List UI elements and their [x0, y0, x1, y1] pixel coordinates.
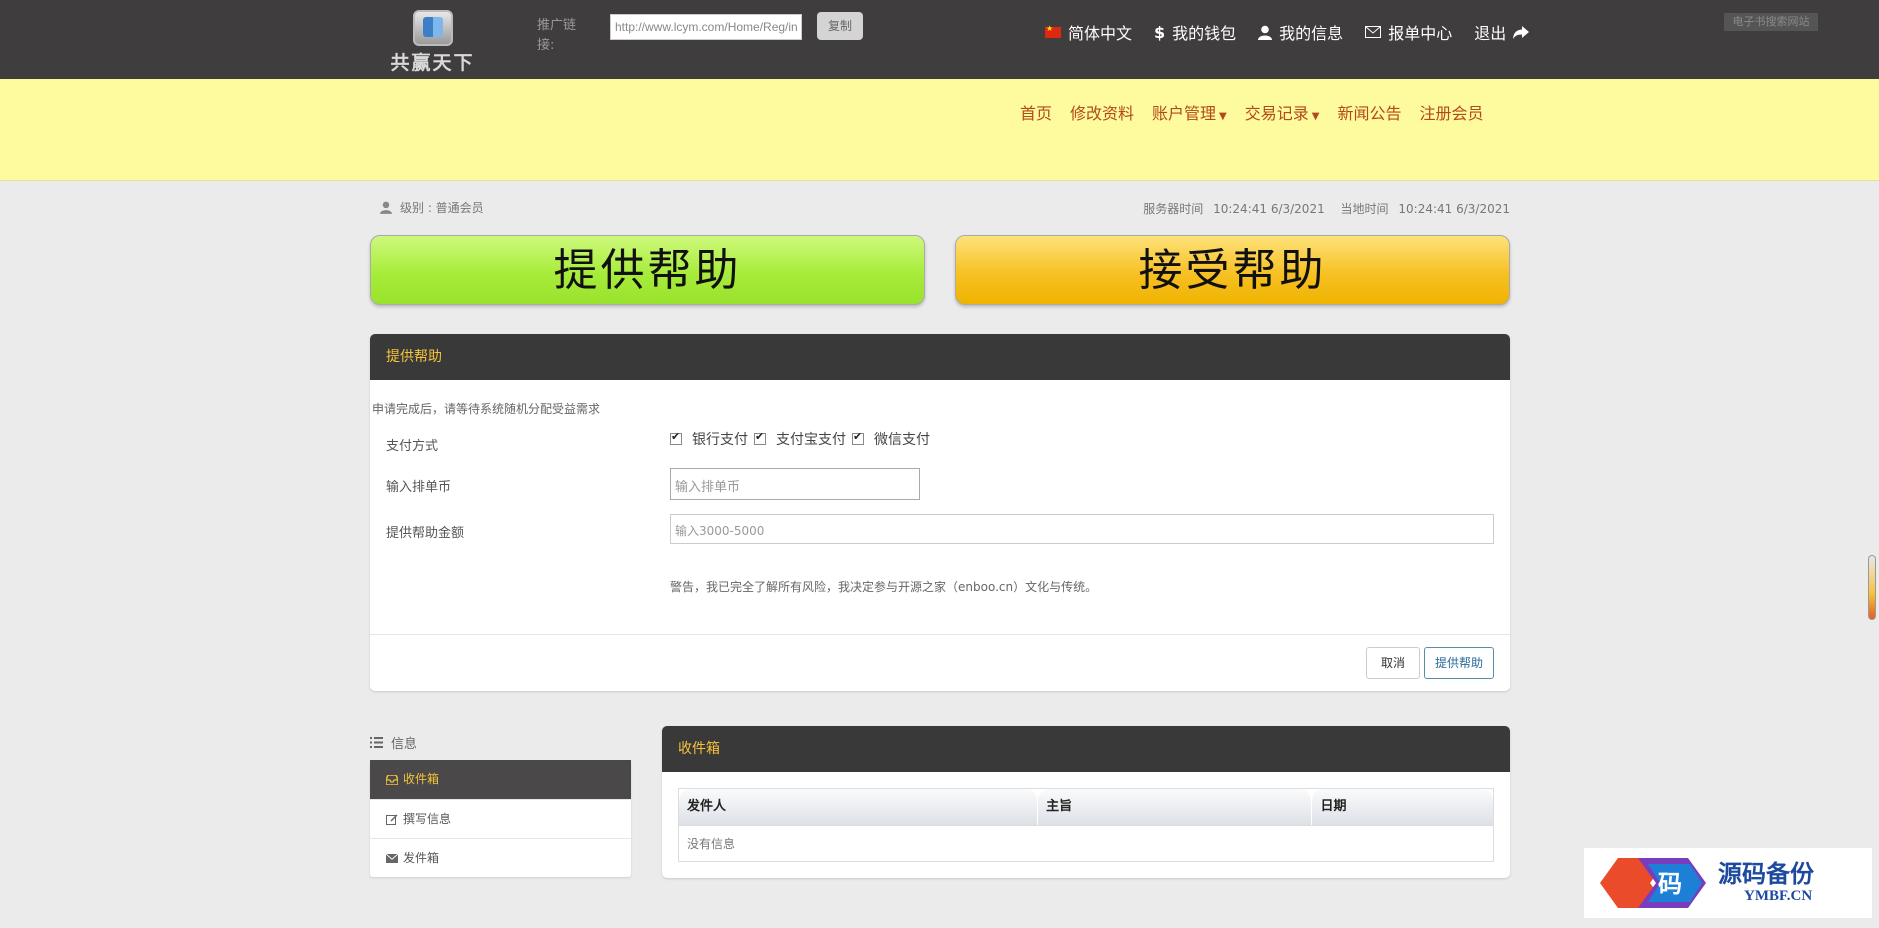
logout-label: 退出 — [1474, 24, 1507, 43]
table-header: 发件人 主旨 日期 — [679, 789, 1493, 825]
envelope-icon — [1365, 26, 1382, 38]
server-time-value: 10:24:41 6/3/2021 — [1213, 202, 1325, 216]
risk-warning: 警告，我已完全了解所有风险，我决定参与开源之家（enboo.cn）文化与传统。 — [670, 580, 1098, 594]
language-link[interactable]: 简体中文 — [1045, 20, 1132, 44]
inbox-panel: 收件箱 发件人 主旨 日期 没有信息 — [662, 726, 1510, 878]
brand-name-en: YMBF.CN — [1744, 888, 1813, 904]
amount-input[interactable]: 输入3000-5000 — [670, 514, 1494, 544]
wallet-label: 我的钱包 — [1172, 24, 1237, 43]
nav-edit-profile[interactable]: 修改资料 — [1070, 100, 1134, 124]
nav-account-management[interactable]: 账户管理 ▼ — [1152, 100, 1227, 124]
top-nav: 简体中文 $ 我的钱包 我的信息 报单中心 退出 — [1045, 20, 1530, 44]
time-display: 服务器时间 10:24:41 6/3/2021 当地时间 10:24:41 6/… — [1137, 200, 1510, 217]
edit-icon — [386, 813, 398, 825]
sidebar-item-outbox[interactable]: 发件箱 — [370, 838, 631, 877]
pay-method-label: 支付方式 — [386, 439, 439, 454]
inbox-title: 收件箱 — [662, 726, 1510, 772]
nav-register-member[interactable]: 注册会员 — [1419, 100, 1483, 124]
main-nav-bar — [0, 79, 1879, 181]
submit-provide-help-button[interactable]: 提供帮助 — [1424, 647, 1494, 679]
provide-help-panel: 提供帮助 申请完成后，请等待系统随机分配受益需求 支付方式 银行支付 支付宝支付… — [370, 334, 1510, 691]
panel-footer: 取消 提供帮助 — [370, 634, 1510, 691]
logout-link[interactable]: 退出 — [1474, 20, 1530, 44]
report-center-label: 报单中心 — [1388, 24, 1453, 43]
scroll-indicator[interactable] — [1868, 555, 1876, 620]
watermark-badge: 电子书搜索网站 — [1724, 13, 1818, 31]
language-label: 简体中文 — [1068, 24, 1133, 43]
local-time-value: 10:24:41 6/3/2021 — [1398, 202, 1510, 216]
column-subject[interactable]: 主旨 — [1038, 789, 1313, 825]
nav-account-management-label: 账户管理 — [1152, 104, 1217, 123]
pay-method-options: 银行支付 支付宝支付 微信支付 — [670, 429, 930, 449]
brand-name-cn: 源码备份 — [1718, 859, 1814, 888]
nav-news[interactable]: 新闻公告 — [1337, 100, 1401, 124]
sidebar-item-inbox-label: 收件箱 — [403, 772, 440, 786]
receive-help-button[interactable]: 接受帮助 — [955, 235, 1510, 305]
caret-down-icon: ▼ — [1219, 111, 1227, 122]
logo-mark-icon — [412, 10, 453, 46]
brand-watermark: 码 源码备份 YMBF.CN — [1584, 848, 1872, 918]
brand-logo-icon: 码 — [1600, 858, 1706, 908]
site-logo[interactable]: 共赢天下 — [385, 10, 480, 74]
server-time-label: 服务器时间 — [1143, 202, 1204, 216]
bank-pay-label: 银行支付 — [692, 432, 748, 448]
wallet-link[interactable]: $ 我的钱包 — [1154, 20, 1236, 44]
promo-link-input[interactable]: http://www.lcym.com/Home/Reg/in — [610, 14, 802, 40]
report-center-link[interactable]: 报单中心 — [1365, 20, 1452, 44]
promo-link-label: 推广链接: — [537, 18, 577, 53]
dollar-icon: $ — [1154, 22, 1166, 42]
form-notice: 申请完成后，请等待系统随机分配受益需求 — [372, 402, 601, 416]
china-flag-icon — [1045, 24, 1061, 38]
copy-button[interactable]: 复制 — [817, 12, 863, 40]
bank-pay-checkbox[interactable] — [670, 430, 682, 445]
sidebar-title: 信息 — [370, 733, 417, 752]
coin-input[interactable]: 输入排单币 — [670, 468, 920, 500]
local-time-label: 当地时间 — [1340, 202, 1389, 216]
sidebar-item-outbox-label: 发件箱 — [403, 850, 440, 865]
nav-home[interactable]: 首页 — [1020, 100, 1052, 124]
wechat-pay-label: 微信支付 — [874, 432, 930, 448]
sidebar-title-text: 信息 — [391, 737, 418, 752]
nav-transaction-records[interactable]: 交易记录 ▼ — [1245, 100, 1320, 124]
share-arrow-icon — [1513, 25, 1530, 39]
top-bar: 共赢天下 推广链接: http://www.lcym.com/Home/Reg/… — [0, 0, 1879, 79]
alipay-checkbox[interactable] — [754, 430, 766, 445]
nav-transaction-records-label: 交易记录 — [1244, 104, 1309, 123]
envelope-icon — [386, 853, 398, 863]
sidebar-item-compose-label: 撰写信息 — [403, 811, 452, 826]
sidebar-item-compose[interactable]: 撰写信息 — [370, 799, 631, 838]
amount-label: 提供帮助金额 — [386, 526, 465, 541]
user-level-text: 级别 : 普通会员 — [400, 201, 484, 215]
column-date[interactable]: 日期 — [1312, 789, 1493, 825]
list-icon — [370, 737, 383, 748]
provide-help-button[interactable]: 提供帮助 — [370, 235, 925, 305]
brand-mark-text: 码 — [1658, 869, 1682, 898]
table-row-empty: 没有信息 — [679, 825, 1493, 861]
column-sender[interactable]: 发件人 — [679, 789, 1039, 825]
logo-text: 共赢天下 — [390, 52, 475, 74]
my-info-label: 我的信息 — [1279, 24, 1344, 43]
coin-label: 输入排单币 — [386, 480, 452, 495]
alipay-label: 支付宝支付 — [776, 432, 846, 448]
wechat-pay-checkbox[interactable] — [852, 430, 864, 445]
panel-title: 提供帮助 — [370, 334, 1510, 380]
sidebar-item-inbox[interactable]: 收件箱 — [370, 760, 631, 799]
inbox-icon — [386, 774, 398, 785]
main-nav: 首页 修改资料 账户管理 ▼ 交易记录 ▼ 新闻公告 注册会员 — [1020, 100, 1484, 124]
user-icon — [1258, 25, 1273, 40]
sidebar-list: 收件箱 撰写信息 发件箱 — [370, 760, 631, 877]
user-level: 级别 : 普通会员 — [380, 199, 484, 216]
my-info-link[interactable]: 我的信息 — [1258, 20, 1343, 44]
user-icon — [380, 201, 392, 214]
inbox-table: 发件人 主旨 日期 没有信息 — [678, 788, 1494, 862]
cancel-button[interactable]: 取消 — [1366, 647, 1420, 679]
caret-down-icon: ▼ — [1311, 111, 1320, 122]
